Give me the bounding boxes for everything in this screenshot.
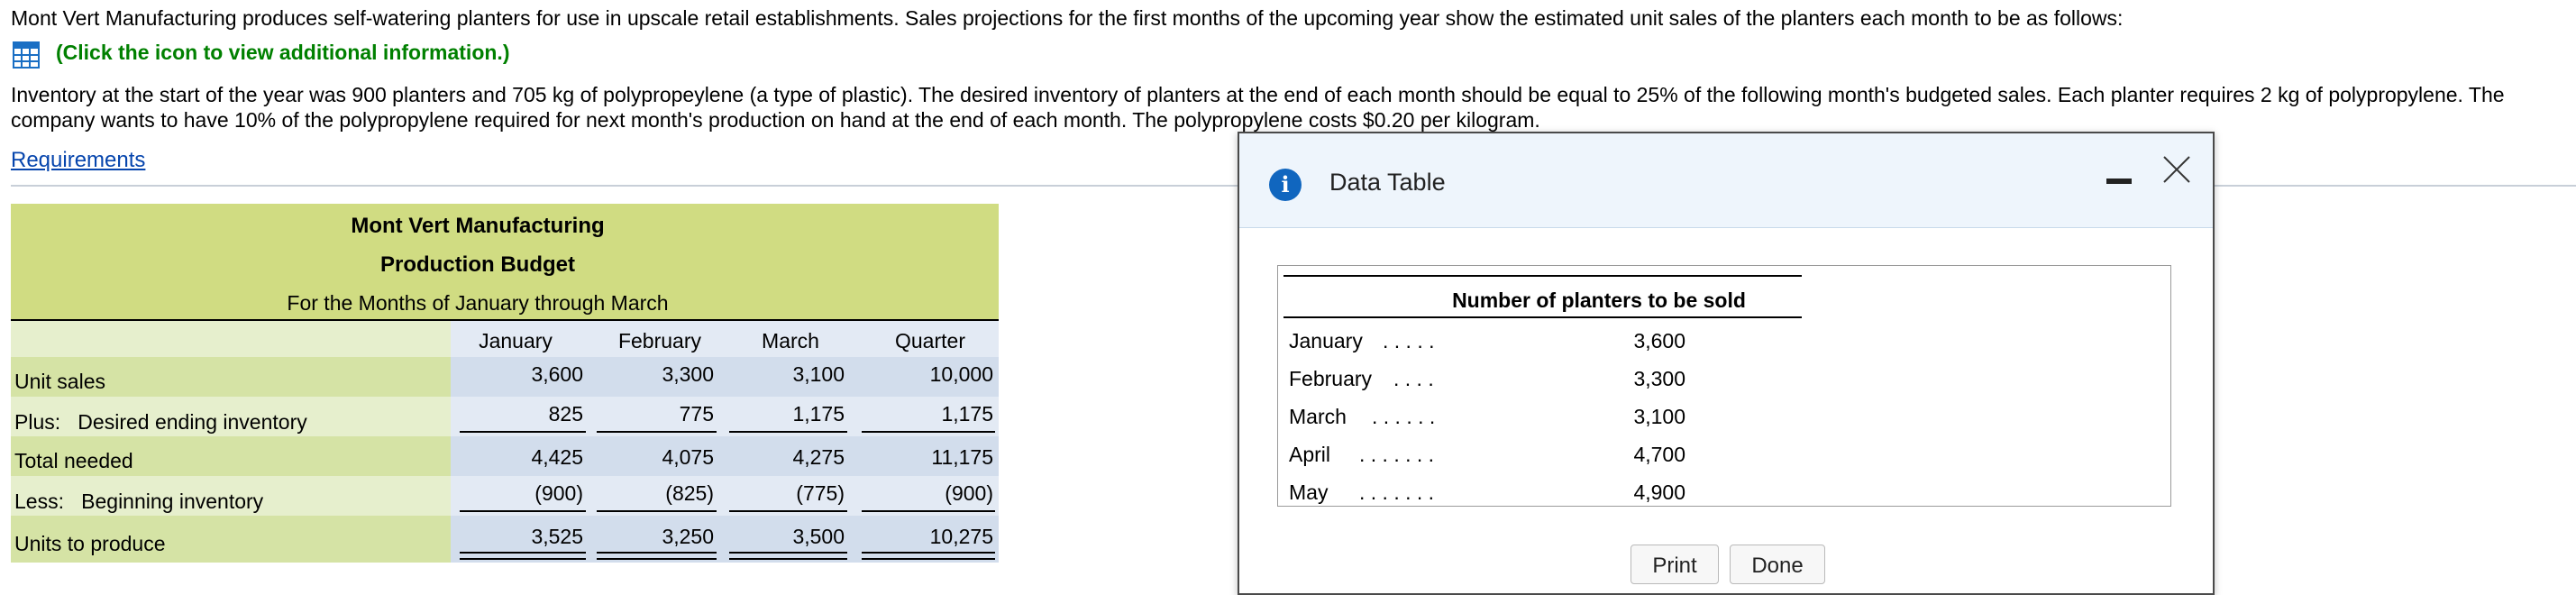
planters-value: 3,600 [1633, 329, 1685, 352]
table-row: Less: Beginning inventory (900) (825) (7… [11, 476, 999, 516]
cell: (775) [796, 481, 845, 505]
cell: (825) [665, 481, 714, 505]
col-february: February [617, 329, 702, 352]
cell: 3,500 [792, 525, 845, 548]
row-label-units-to-produce: Units to produce [14, 532, 166, 555]
cell: (900) [945, 481, 993, 505]
cell: 4,275 [792, 445, 845, 469]
column-header-row: January February March Quarter [11, 321, 999, 357]
cell: 3,600 [531, 362, 583, 386]
budget-period: For the Months of January through March [287, 291, 669, 315]
col-january: January [479, 329, 553, 352]
planters-table: Number of planters to be sold January . … [1277, 265, 2171, 507]
row-label-desired-ending-inventory: Plus: Desired ending inventory [14, 410, 307, 434]
month-label: April [1289, 443, 1331, 466]
row-label-unit-sales: Unit sales [14, 370, 105, 393]
month-label: March [1289, 405, 1347, 428]
budget-company: Mont Vert Manufacturing [351, 214, 605, 238]
cell: 775 [679, 402, 714, 426]
cell: 1,175 [941, 402, 993, 426]
cell: 10,000 [929, 362, 993, 386]
month-label: January [1289, 329, 1363, 352]
row-label-total-needed: Total needed [14, 449, 133, 472]
problem-statement-line2a: Inventory at the start of the year was 9… [11, 83, 2505, 106]
data-table-icon[interactable] [13, 41, 40, 69]
production-budget-table: Mont Vert Manufacturing Production Budge… [11, 204, 999, 563]
cell: 4,075 [662, 445, 714, 469]
planters-table-header: Number of planters to be sold [1452, 288, 1746, 312]
cell: 3,300 [662, 362, 714, 386]
cell: 825 [548, 402, 583, 426]
dialog-title: Data Table [1329, 169, 1446, 196]
planters-value: 3,300 [1633, 367, 1685, 390]
cell: 4,425 [531, 445, 583, 469]
table-row: Unit sales 3,600 3,300 3,100 10,000 [11, 357, 999, 397]
close-icon[interactable] [2159, 151, 2195, 188]
minimize-icon[interactable] [2106, 178, 2132, 184]
cell: 11,175 [931, 445, 993, 469]
problem-statement-line1: Mont Vert Manufacturing produces self-wa… [11, 6, 2124, 30]
leader-dots: . . . . . . [1372, 405, 1436, 428]
done-button[interactable]: Done [1730, 545, 1825, 584]
col-march: March [762, 329, 819, 352]
cell: (900) [534, 481, 583, 505]
planters-value: 3,100 [1633, 405, 1685, 428]
leader-dots: . . . . . . . [1359, 443, 1435, 466]
table-row: Units to produce 3,525 3,250 3,500 10,27… [11, 516, 999, 563]
info-icon: i [1269, 169, 1302, 201]
print-button[interactable]: Print [1631, 545, 1719, 584]
cell: 3,250 [662, 525, 714, 548]
row-label-beginning-inventory: Less: Beginning inventory [14, 490, 264, 513]
planters-value: 4,700 [1633, 443, 1685, 466]
month-label: February [1289, 367, 1373, 390]
table-row: Total needed 4,425 4,075 4,275 11,175 [11, 436, 999, 476]
budget-title: Production Budget [380, 252, 575, 277]
col-quarter: Quarter [895, 329, 965, 352]
requirements-link[interactable]: Requirements [11, 148, 145, 173]
problem-statement-line2b: company wants to have 10% of the polypro… [11, 108, 1540, 132]
leader-dots: . . . . [1393, 367, 1434, 390]
data-table-dialog: i Data Table Number of planters to be so… [1238, 132, 2215, 595]
cell: 3,100 [792, 362, 845, 386]
table-row: Plus: Desired ending inventory 825 775 1… [11, 397, 999, 436]
leader-dots: . . . . . [1383, 329, 1435, 352]
planters-value: 4,900 [1633, 481, 1685, 504]
click-info-text[interactable]: (Click the icon to view additional infor… [56, 41, 509, 65]
cell: 3,525 [531, 525, 583, 548]
cell: 1,175 [792, 402, 845, 426]
leader-dots: . . . . . . . [1359, 481, 1435, 504]
month-label: May [1289, 481, 1329, 504]
cell: 10,275 [929, 525, 993, 548]
